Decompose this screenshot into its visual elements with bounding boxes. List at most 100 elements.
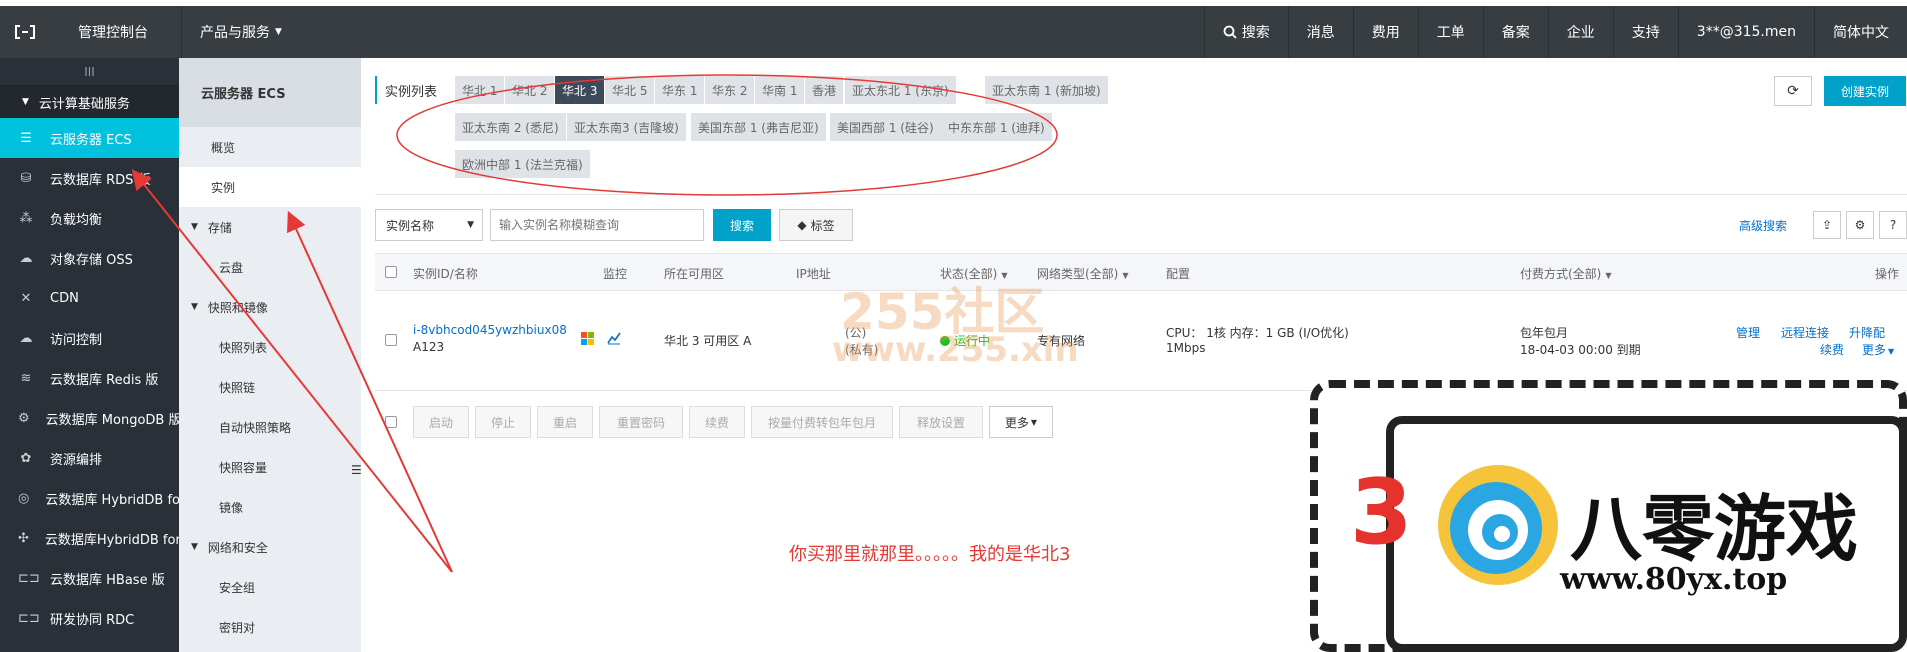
sub-nav-snapshot-chain[interactable]: 快照链 <box>179 367 361 407</box>
sub-nav-group-snapshots[interactable]: ▼ 快照和镜像 <box>179 287 361 327</box>
region-tab[interactable]: 华北 1 <box>455 76 505 104</box>
sidebar-item-ecs[interactable]: ☰ 云服务器 ECS <box>0 118 179 158</box>
monitor-chart-icon[interactable] <box>607 331 621 348</box>
more-ops-link[interactable]: 更多 ▼ <box>1862 341 1894 358</box>
sub-nav-group-network[interactable]: ▼ 网络和安全 <box>179 527 361 567</box>
region-tab[interactable]: 亚太东南3 (吉隆坡) <box>567 113 686 141</box>
language-menu[interactable]: 简体中文 <box>1814 6 1907 58</box>
config-cpu-memory: CPU： 1核 内存：1 GB (I/O优化) <box>1166 326 1349 340</box>
sub-nav-group-storage[interactable]: ▼ 存储 <box>179 207 361 247</box>
icp-link[interactable]: 备案 <box>1482 6 1548 58</box>
caret-down-icon: ▼ <box>1888 347 1895 356</box>
region-tab[interactable]: 华南 1 <box>755 76 805 104</box>
products-services-menu[interactable]: 产品与服务 ▼ <box>181 6 291 58</box>
sidebar-item-ram[interactable]: ☁ 访问控制 <box>0 318 179 358</box>
private-ip: (私有) <box>845 343 879 357</box>
config-bandwidth: 1Mbps <box>1166 341 1206 355</box>
search-link[interactable]: 搜索 <box>1203 6 1288 58</box>
console-home-link[interactable]: 管理控制台 <box>50 6 181 58</box>
region-tab[interactable]: 亚太东南 1 (新加坡) <box>985 76 1108 104</box>
reset-password-button[interactable]: 重置密码 <box>599 406 683 438</box>
billing-link[interactable]: 费用 <box>1352 6 1418 58</box>
bulk-select-checkbox[interactable] <box>385 416 397 428</box>
sub-nav-snapshot-list[interactable]: 快照列表 <box>179 327 361 367</box>
start-button[interactable]: 启动 <box>413 406 469 438</box>
column-header-status[interactable]: 状态(全部) ▼ <box>940 265 1008 282</box>
region-tab[interactable]: 美国东部 1 (弗吉尼亚) <box>691 113 826 141</box>
stop-button[interactable]: 停止 <box>475 406 531 438</box>
windows-os-icon <box>581 332 595 349</box>
sidebar-group-cloud-basic[interactable]: ▼ 云计算基础服务 <box>0 86 179 118</box>
tag-filter-button[interactable]: ◆ 标签 <box>779 209 853 241</box>
sidebar-item-slb[interactable]: ⁂ 负载均衡 <box>0 198 179 238</box>
search-input[interactable] <box>490 209 704 241</box>
renew-link[interactable]: 续费 <box>1820 341 1844 358</box>
region-tab[interactable]: 亚太东南 2 (悉尼) <box>455 113 566 141</box>
sub-nav-auto-snapshot-policy[interactable]: 自动快照策略 <box>179 407 361 447</box>
create-instance-button[interactable]: 创建实例 <box>1824 76 1906 106</box>
region-tab[interactable]: 美国西部 1 (硅谷) <box>830 113 941 141</box>
sidebar-item-rds[interactable]: ⛁ 云数据库 RDS 版 <box>0 158 179 198</box>
sidebar-item-hybriddb-2[interactable]: ✣ 云数据库HybridDB for... <box>0 518 179 558</box>
region-tab[interactable]: 华东 1 <box>655 76 705 104</box>
instance-id-link[interactable]: i-8vbhcod045ywzhbiux08 <box>413 323 567 337</box>
convert-billing-button[interactable]: 按量付费转包年包月 <box>751 406 893 438</box>
sidebar-item-oss[interactable]: ☁ 对象存储 OSS <box>0 238 179 278</box>
sidebar-collapse-toggle[interactable]: III <box>0 58 179 86</box>
status-dot-icon <box>940 336 950 346</box>
region-tab[interactable]: 华北 2 <box>505 76 555 104</box>
region-tab[interactable]: 欧洲中部 1 (法兰克福) <box>455 150 590 178</box>
region-tab[interactable]: 香港 <box>805 76 844 104</box>
sidebar-item-mongodb[interactable]: ⚙ 云数据库 MongoDB 版 <box>0 398 179 438</box>
region-tab-selected[interactable]: 华北 3 <box>555 76 605 104</box>
remote-connect-link[interactable]: 远程连接 <box>1781 324 1829 341</box>
select-all-checkbox[interactable] <box>385 266 397 278</box>
sidebar-item-hbase[interactable]: ⊏⊐ 云数据库 HBase 版 <box>0 558 179 598</box>
account-menu[interactable]: 3**@315.men <box>1677 6 1814 58</box>
sub-nav-resize-handle[interactable]: ☰ <box>351 463 362 481</box>
search-button[interactable]: 搜索 <box>713 209 771 241</box>
advanced-search-link[interactable]: 高级搜索 <box>1739 217 1787 234</box>
row-checkbox[interactable] <box>385 334 397 346</box>
upgrade-link[interactable]: 升降配 <box>1849 324 1885 341</box>
sidebar-item-rdc[interactable]: ⊏⊐ 研发协同 RDC <box>0 598 179 638</box>
more-actions-button[interactable]: 更多 ▼ <box>989 406 1053 438</box>
sub-nav-snapshot-capacity[interactable]: 快照容量 <box>179 447 361 487</box>
sub-nav-instances[interactable]: 实例 <box>179 167 361 207</box>
sub-nav-overview[interactable]: 概览 <box>179 127 361 167</box>
sidebar-item-redis[interactable]: ≋ 云数据库 Redis 版 <box>0 358 179 398</box>
export-button[interactable]: ⇪ <box>1813 211 1841 239</box>
restart-button[interactable]: 重启 <box>537 406 593 438</box>
sidebar-item-cdn[interactable]: ✕ CDN <box>0 278 179 318</box>
region-tab[interactable]: 华北 5 <box>605 76 655 104</box>
region-tab[interactable]: 中东东部 1 (迪拜) <box>941 113 1052 141</box>
aliyun-logo-icon[interactable] <box>0 6 50 58</box>
sub-nav-image[interactable]: 镜像 <box>179 487 361 527</box>
help-button[interactable]: ? <box>1879 211 1907 239</box>
refresh-button[interactable]: ⟳ <box>1774 76 1812 106</box>
support-link[interactable]: 支持 <box>1612 6 1678 58</box>
help-icon: ? <box>1889 218 1897 232</box>
hybriddb-icon: ◎ <box>18 490 30 506</box>
sidebar-item-hybriddb[interactable]: ◎ 云数据库 HybridDB fo... <box>0 478 179 518</box>
sub-nav-keypair[interactable]: 密钥对 <box>179 607 361 647</box>
sub-nav-disk[interactable]: 云盘 <box>179 247 361 287</box>
ecs-sub-navigation: 云服务器 ECS 概览 实例 ▼ 存储 云盘 ▼ 快照和镜像 快照列表 快照链 自动… <box>179 58 362 652</box>
section-divider <box>375 194 1907 195</box>
region-tab[interactable]: 亚太东北 1 (东京) <box>845 76 956 104</box>
sidebar-item-ros[interactable]: ✿ 资源编排 <box>0 438 179 478</box>
status-text: 运行中 <box>954 334 991 348</box>
release-settings-button[interactable]: 释放设置 <box>899 406 983 438</box>
sub-nav-security-group[interactable]: 安全组 <box>179 567 361 607</box>
column-header-network[interactable]: 网络类型(全部) ▼ <box>1037 265 1129 282</box>
search-field-select[interactable]: 实例名称 ▼ <box>375 209 483 241</box>
rdc-icon: ⊏⊐ <box>18 610 40 626</box>
manage-link[interactable]: 管理 <box>1736 324 1760 341</box>
column-header-billing[interactable]: 付费方式(全部) ▼ <box>1520 265 1612 282</box>
enterprise-link[interactable]: 企业 <box>1547 6 1613 58</box>
renew-button[interactable]: 续费 <box>689 406 745 438</box>
settings-button[interactable]: ⚙ <box>1846 211 1874 239</box>
messages-link[interactable]: 消息 <box>1287 6 1353 58</box>
region-tab[interactable]: 华东 2 <box>705 76 755 104</box>
tickets-link[interactable]: 工单 <box>1417 6 1483 58</box>
